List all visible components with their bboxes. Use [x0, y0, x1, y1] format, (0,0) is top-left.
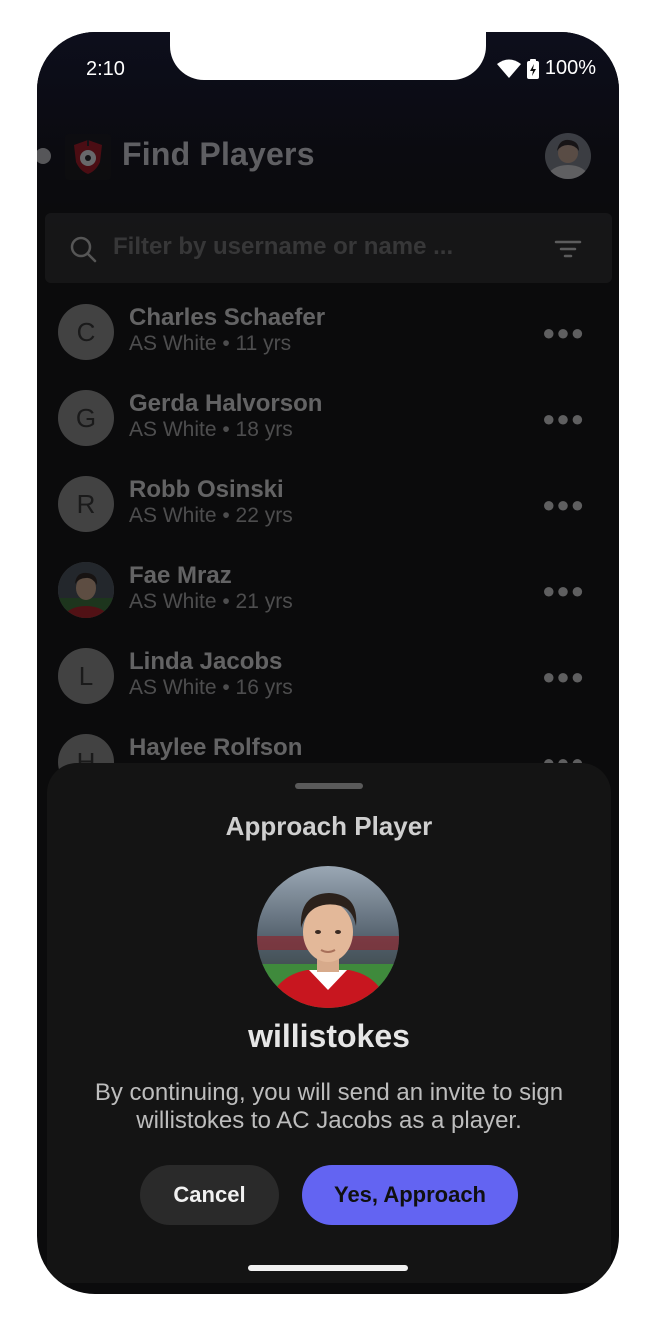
player-meta: AS White • 22 yrs	[129, 504, 293, 527]
battery-icon	[526, 58, 539, 79]
more-options-icon[interactable]: ●●●	[542, 320, 585, 346]
player-meta: AS White • 21 yrs	[129, 590, 293, 613]
status-time: 2:10	[86, 58, 125, 80]
more-options-icon[interactable]: ●●●	[542, 492, 585, 518]
player-row[interactable]: C Charles Schaefer AS White • 11 yrs ●●●	[37, 292, 619, 378]
more-options-icon[interactable]: ●●●	[542, 406, 585, 432]
more-options-icon[interactable]: ●●●	[542, 664, 585, 690]
wifi-icon	[496, 59, 521, 78]
approach-player-sheet: Approach Player willistokes By continuin…	[47, 763, 611, 1283]
sheet-drag-handle[interactable]	[295, 783, 363, 789]
player-row[interactable]: G Gerda Halvorson AS White • 18 yrs ●●●	[37, 378, 619, 464]
player-name: Haylee Rolfson	[129, 734, 303, 761]
player-name: Charles Schaefer	[129, 304, 326, 331]
status-icons: 100%	[496, 57, 596, 80]
search-input[interactable]	[113, 227, 533, 267]
club-logo	[65, 134, 111, 180]
player-name: Gerda Halvorson	[129, 390, 323, 417]
player-avatar: L	[58, 648, 114, 704]
player-name: Fae Mraz	[129, 562, 232, 589]
search-icon	[70, 236, 97, 263]
back-button[interactable]	[37, 148, 51, 164]
player-row[interactable]: R Robb Osinski AS White • 22 yrs ●●●	[37, 464, 619, 550]
battery-percent: 100%	[544, 57, 596, 79]
phone-screen: Find Players C Charl	[37, 32, 619, 1294]
player-username: willistokes	[248, 1018, 410, 1054]
user-avatar[interactable]	[545, 133, 591, 179]
more-options-icon[interactable]: ●●●	[542, 578, 585, 604]
filter-icon[interactable]	[554, 239, 582, 259]
player-avatar: C	[58, 304, 114, 360]
search-bar	[45, 213, 612, 283]
player-profile-photo	[257, 866, 399, 1008]
home-indicator[interactable]	[248, 1265, 408, 1271]
player-avatar: G	[58, 390, 114, 446]
player-meta: AS White • 11 yrs	[129, 332, 292, 355]
sheet-title: Approach Player	[225, 811, 433, 841]
approach-description: By continuing, you will send an invite t…	[94, 1079, 564, 1134]
player-name: Robb Osinski	[129, 476, 284, 503]
player-avatar: R	[58, 476, 114, 532]
player-meta: AS White • 16 yrs	[129, 676, 293, 699]
player-photo	[58, 562, 114, 618]
page-title: Find Players	[122, 136, 315, 172]
camera-notch	[170, 32, 486, 80]
player-row[interactable]: L Linda Jacobs AS White • 16 yrs ●●●	[37, 636, 619, 722]
player-name: Linda Jacobs	[129, 648, 283, 675]
player-meta: AS White • 18 yrs	[129, 418, 293, 441]
approach-button[interactable]: Yes, Approach	[302, 1165, 518, 1225]
player-row[interactable]: Fae Mraz AS White • 21 yrs ●●●	[37, 550, 619, 636]
cancel-button[interactable]: Cancel	[140, 1165, 279, 1225]
